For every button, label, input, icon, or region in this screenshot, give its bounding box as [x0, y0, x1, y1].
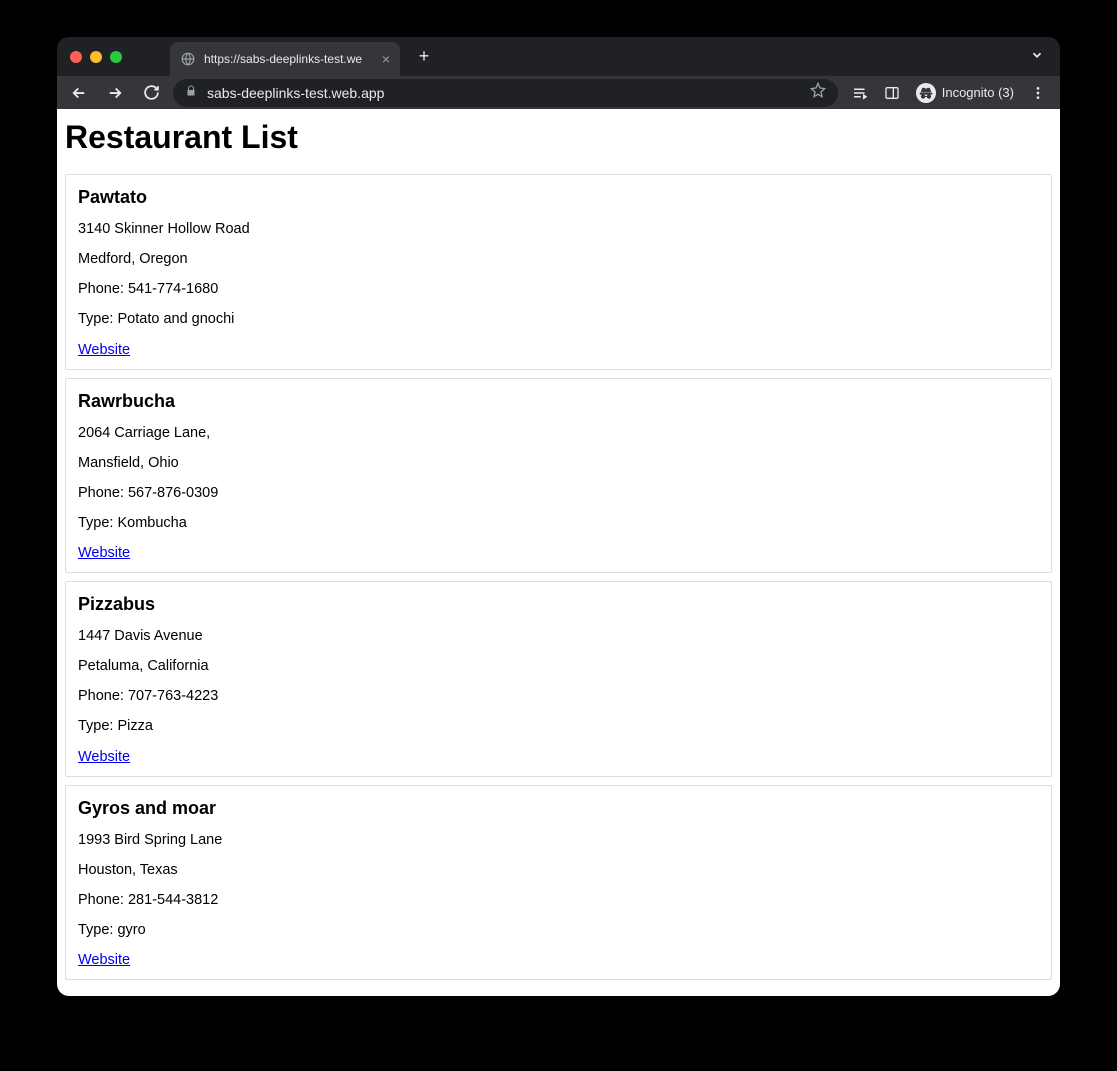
incognito-label: Incognito (3) — [942, 85, 1014, 100]
incognito-icon — [916, 83, 936, 103]
globe-icon — [180, 51, 196, 67]
restaurant-name: Rawrbucha — [78, 391, 1039, 412]
restaurant-city: Medford, Oregon — [78, 250, 1039, 268]
restaurant-address: 1447 Davis Avenue — [78, 627, 1039, 645]
restaurant-type: Type: Potato and gnochi — [78, 310, 1039, 328]
restaurant-city: Houston, Texas — [78, 861, 1039, 879]
lock-icon — [185, 85, 197, 100]
maximize-window-button[interactable] — [110, 51, 122, 63]
restaurant-type: Type: gyro — [78, 921, 1039, 939]
window-controls — [70, 51, 122, 63]
toolbar: sabs-deeplinks-test.web.app Incognito (3… — [57, 76, 1060, 109]
media-control-icon[interactable] — [846, 79, 874, 107]
restaurant-type: Type: Kombucha — [78, 514, 1039, 532]
address-bar[interactable]: sabs-deeplinks-test.web.app — [173, 79, 838, 107]
restaurant-address: 3140 Skinner Hollow Road — [78, 220, 1039, 238]
tabs-dropdown-icon[interactable] — [1030, 48, 1044, 65]
website-link[interactable]: Website — [78, 342, 130, 358]
minimize-window-button[interactable] — [90, 51, 102, 63]
side-panel-icon[interactable] — [878, 79, 906, 107]
forward-button[interactable] — [101, 79, 129, 107]
restaurant-card: Pawtato 3140 Skinner Hollow Road Medford, … — [65, 174, 1052, 370]
viewport: Restaurant List Pawtato 3140 Skinner Holl… — [57, 109, 1060, 996]
page-content[interactable]: Restaurant List Pawtato 3140 Skinner Holl… — [57, 109, 1060, 996]
url-text: sabs-deeplinks-test.web.app — [207, 85, 800, 101]
restaurant-card: Gyros and moar 1993 Bird Spring Lane Houst… — [65, 785, 1052, 981]
restaurant-address: 2064 Carriage Lane, — [78, 424, 1039, 442]
restaurant-phone: Phone: 567-876-0309 — [78, 484, 1039, 502]
website-link[interactable]: Website — [78, 545, 130, 561]
restaurant-card: Rawrbucha 2064 Carriage Lane, Mansfield, O… — [65, 378, 1052, 574]
website-link[interactable]: Website — [78, 952, 130, 968]
back-button[interactable] — [65, 79, 93, 107]
tab-title: https://sabs-deeplinks-test.we — [204, 52, 374, 66]
restaurant-name: Pizzabus — [78, 594, 1039, 615]
menu-button[interactable] — [1024, 79, 1052, 107]
new-tab-button[interactable]: + — [410, 43, 438, 71]
restaurant-card: Pizzabus 1447 Davis Avenue Petaluma, Calif… — [65, 581, 1052, 777]
restaurant-address: 1993 Bird Spring Lane — [78, 831, 1039, 849]
restaurant-phone: Phone: 707-763-4223 — [78, 687, 1039, 705]
incognito-indicator[interactable]: Incognito (3) — [910, 83, 1020, 103]
restaurant-name: Gyros and moar — [78, 798, 1039, 819]
restaurant-city: Mansfield, Ohio — [78, 454, 1039, 472]
close-tab-icon[interactable]: × — [382, 51, 390, 67]
browser-tab[interactable]: https://sabs-deeplinks-test.we × — [170, 42, 400, 76]
restaurant-name: Pawtato — [78, 187, 1039, 208]
website-link[interactable]: Website — [78, 749, 130, 765]
page-title: Restaurant List — [65, 119, 1052, 156]
bookmark-star-icon[interactable] — [810, 82, 826, 103]
toolbar-right: Incognito (3) — [846, 79, 1052, 107]
browser-window: https://sabs-deeplinks-test.we × + sabs-… — [57, 37, 1060, 996]
tab-bar: https://sabs-deeplinks-test.we × + — [57, 37, 1060, 76]
restaurant-phone: Phone: 281-544-3812 — [78, 891, 1039, 909]
restaurant-phone: Phone: 541-774-1680 — [78, 280, 1039, 298]
restaurant-type: Type: Pizza — [78, 717, 1039, 735]
close-window-button[interactable] — [70, 51, 82, 63]
reload-button[interactable] — [137, 79, 165, 107]
restaurant-city: Petaluma, California — [78, 657, 1039, 675]
